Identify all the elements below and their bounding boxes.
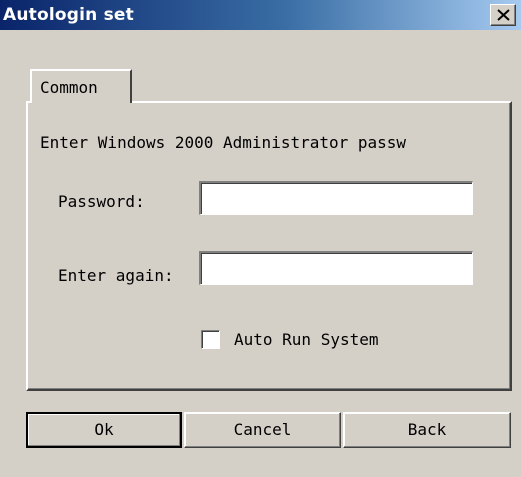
close-button[interactable] [490,4,516,26]
tab-panel-common: Enter Windows 2000 Administrator passw P… [26,101,512,391]
ok-button[interactable]: Ok [26,412,182,448]
autologin-dialog: Autologin set Common Enter Windows 2000 … [0,0,521,477]
auto-run-checkbox[interactable] [201,330,220,349]
confirm-password-label: Enter again: [58,266,174,285]
tab-common[interactable]: Common [30,69,132,103]
close-icon [497,9,510,21]
back-button[interactable]: Back [343,412,511,448]
tab-common-label: Common [40,78,98,97]
password-label: Password: [58,192,145,211]
instruction-text: Enter Windows 2000 Administrator passw [40,133,407,152]
auto-run-label[interactable]: Auto Run System [234,330,379,350]
cancel-button[interactable]: Cancel [184,412,341,448]
confirm-password-input[interactable] [199,251,473,285]
window-title: Autologin set [3,5,134,25]
password-input[interactable] [199,181,473,215]
title-bar[interactable]: Autologin set [0,0,521,30]
